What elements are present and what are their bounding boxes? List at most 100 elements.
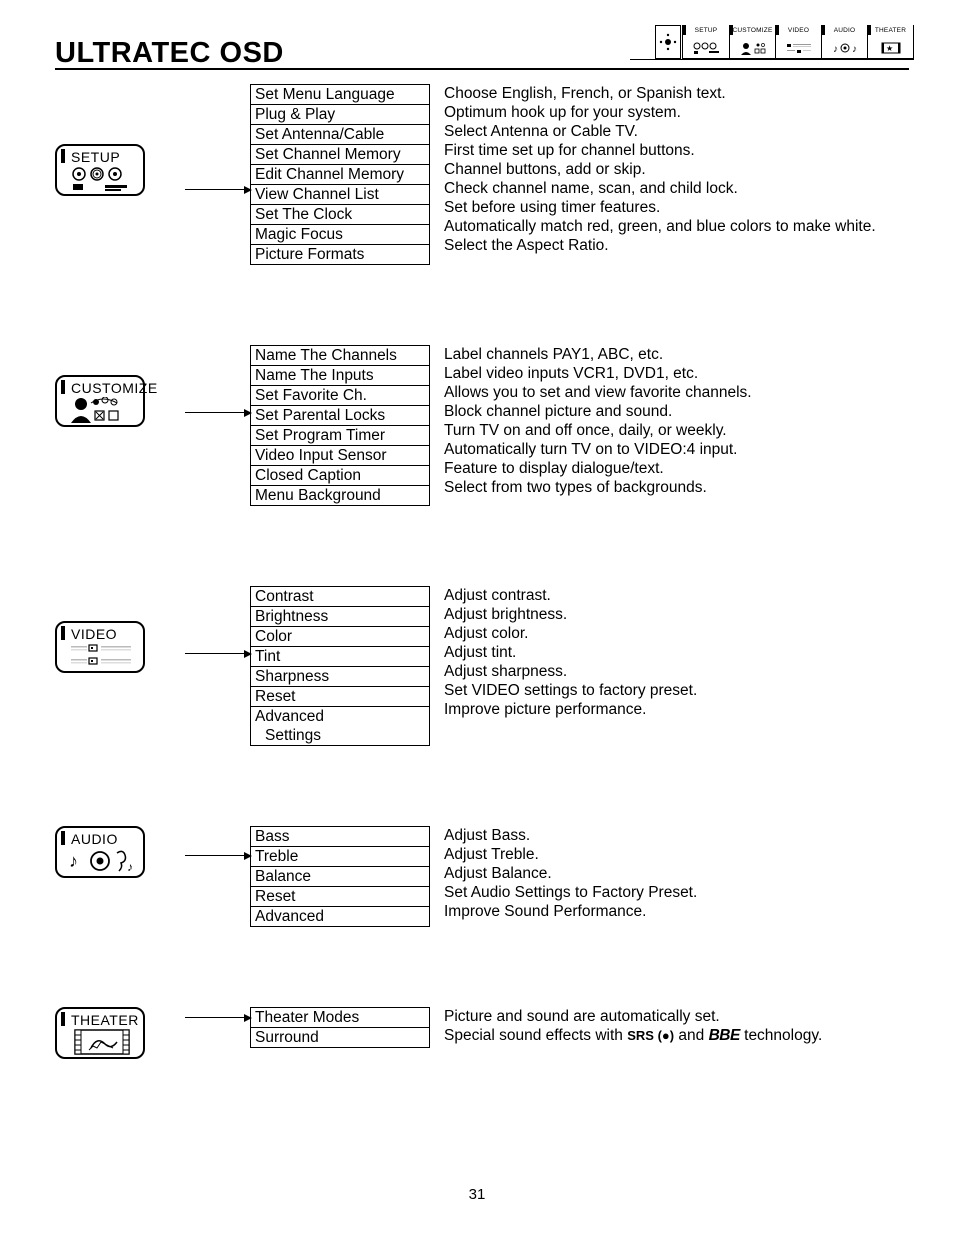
section-video: VIDEO ContrastBrightnessColorTintSharpnes… bbox=[55, 586, 909, 746]
menu-box: ContrastBrightnessColorTintSharpnessRese… bbox=[250, 586, 430, 746]
menu-item: Set Menu Language bbox=[251, 85, 429, 104]
menu-desc: Choose English, French, or Spanish text. bbox=[444, 84, 909, 103]
arrow-icon bbox=[185, 1017, 250, 1018]
svg-text:♪: ♪ bbox=[127, 860, 133, 874]
menu-item: Set Parental Locks bbox=[251, 405, 429, 425]
menu-desc: Adjust Balance. bbox=[444, 864, 909, 883]
audio-icon-frame: AUDIO♪♪ bbox=[55, 826, 145, 878]
toolbar-tabs: SETUP CUSTOMIZE VIDEO bbox=[682, 25, 914, 59]
tab-audio: AUDIO ♪♪ bbox=[821, 25, 867, 58]
setup-icon bbox=[683, 37, 729, 58]
icon-title: SETUP bbox=[65, 149, 120, 165]
header: ULTRATEC OSD SETUP CUSTOMIZE bbox=[55, 30, 909, 70]
svg-text:♪: ♪ bbox=[852, 44, 857, 55]
menu-desc: Special sound effects with SRS (●) and B… bbox=[444, 1026, 909, 1045]
menu-desc: Picture and sound are automatically set. bbox=[444, 1007, 909, 1026]
menu-desc: Channel buttons, add or skip. bbox=[444, 160, 909, 179]
menu-item: Settings bbox=[251, 726, 429, 745]
menu-desc: Automatically turn TV on to VIDEO:4 inpu… bbox=[444, 440, 909, 459]
menu-desc: Optimum hook up for your system. bbox=[444, 103, 909, 122]
icon-title: AUDIO bbox=[65, 831, 118, 847]
menu-desc: Allows you to set and view favorite chan… bbox=[444, 383, 909, 402]
menu-item: Plug & Play bbox=[251, 104, 429, 124]
menu-item: Surround bbox=[251, 1027, 429, 1047]
menu-box: Set Menu LanguagePlug & PlaySet Antenna/… bbox=[250, 84, 430, 265]
menu-desc: Adjust color. bbox=[444, 624, 909, 643]
page-number: 31 bbox=[0, 1186, 954, 1203]
tab-setup: SETUP bbox=[683, 25, 729, 58]
menu-item: Set Antenna/Cable bbox=[251, 124, 429, 144]
arrow-icon bbox=[185, 653, 250, 654]
menu-desc: Adjust tint. bbox=[444, 643, 909, 662]
menu-item: Tint bbox=[251, 646, 429, 666]
theater-icon bbox=[65, 1028, 138, 1056]
menu-item: View Channel List bbox=[251, 184, 429, 204]
menu-item: Closed Caption bbox=[251, 465, 429, 485]
menu-item: Set The Clock bbox=[251, 204, 429, 224]
page-title: ULTRATEC OSD bbox=[55, 37, 284, 70]
arrow-icon bbox=[185, 412, 250, 413]
menu-item: Name The Inputs bbox=[251, 365, 429, 385]
menu-desc: Set before using timer features. bbox=[444, 198, 909, 217]
menu-item: Brightness bbox=[251, 606, 429, 626]
menu-desc: Adjust Treble. bbox=[444, 845, 909, 864]
icon-title: THEATER bbox=[65, 1012, 139, 1028]
tab-video: VIDEO bbox=[775, 25, 821, 58]
setup-icon bbox=[65, 165, 138, 192]
menu-box: BassTrebleBalanceResetAdvanced bbox=[250, 826, 430, 927]
menu-desc: Set Audio Settings to Factory Preset. bbox=[444, 883, 909, 902]
menu-item: Advanced bbox=[251, 906, 429, 926]
theater-icon: ★ bbox=[868, 37, 913, 58]
menu-desc: Automatically match red, green, and blue… bbox=[444, 217, 909, 236]
video-icon bbox=[776, 37, 821, 58]
tab-customize: CUSTOMIZE bbox=[729, 25, 775, 58]
menu-desc: Check channel name, scan, and child lock… bbox=[444, 179, 909, 198]
icon-title: CUSTOMIZE bbox=[65, 380, 158, 396]
menu-desc: Select Antenna or Cable TV. bbox=[444, 122, 909, 141]
customize-icon-frame: CUSTOMIZE bbox=[55, 375, 145, 427]
menu-item: Treble bbox=[251, 846, 429, 866]
menu-item: Sharpness bbox=[251, 666, 429, 686]
menu-desc: Block channel picture and sound. bbox=[444, 402, 909, 421]
menu-desc: Turn TV on and off once, daily, or weekl… bbox=[444, 421, 909, 440]
customize-icon bbox=[65, 396, 138, 423]
icon-title: VIDEO bbox=[65, 626, 117, 642]
audio-icon: ♪♪ bbox=[65, 847, 138, 875]
section-audio: AUDIO♪♪ BassTrebleBalanceResetAdvanced Adj… bbox=[55, 826, 909, 927]
menu-item: Reset bbox=[251, 686, 429, 706]
video-icon bbox=[65, 642, 138, 669]
menu-item: Video Input Sensor bbox=[251, 445, 429, 465]
menu-item: Name The Channels bbox=[251, 346, 429, 365]
menu-desc: Adjust sharpness. bbox=[444, 662, 909, 681]
toolbar: SETUP CUSTOMIZE VIDEO bbox=[655, 25, 914, 59]
menu-desc: Adjust brightness. bbox=[444, 605, 909, 624]
svg-text:★: ★ bbox=[886, 44, 893, 53]
arrow-icon bbox=[185, 855, 250, 856]
menu-item: Set Favorite Ch. bbox=[251, 385, 429, 405]
tab-theater: THEATER ★ bbox=[867, 25, 913, 58]
video-icon-frame: VIDEO bbox=[55, 621, 145, 673]
menu-item: Color bbox=[251, 626, 429, 646]
menu-desc: Adjust contrast. bbox=[444, 586, 909, 605]
toolbar-film-icon bbox=[655, 25, 681, 59]
arrow-icon bbox=[185, 189, 250, 190]
menu-item: Set Channel Memory bbox=[251, 144, 429, 164]
menu-desc: Set VIDEO settings to factory preset. bbox=[444, 681, 909, 700]
menu-desc: Adjust Bass. bbox=[444, 826, 909, 845]
menu-desc bbox=[444, 719, 909, 738]
menu-desc: Select from two types of backgrounds. bbox=[444, 478, 909, 497]
menu-item: Contrast bbox=[251, 587, 429, 606]
menu-box: Theater ModesSurround bbox=[250, 1007, 430, 1048]
setup-icon-frame: SETUP bbox=[55, 144, 145, 196]
section-customize: CUSTOMIZE Name The ChannelsName The Input… bbox=[55, 345, 909, 506]
audio-icon: ♪♪ bbox=[822, 37, 867, 58]
menu-desc: Label channels PAY1, ABC, etc. bbox=[444, 345, 909, 364]
menu-desc: Label video inputs VCR1, DVD1, etc. bbox=[444, 364, 909, 383]
menu-item: Menu Background bbox=[251, 485, 429, 505]
menu-box: Name The ChannelsName The InputsSet Favo… bbox=[250, 345, 430, 506]
menu-item: Picture Formats bbox=[251, 244, 429, 264]
customize-icon bbox=[730, 37, 775, 58]
menu-item: Advanced bbox=[251, 706, 429, 726]
svg-text:♪: ♪ bbox=[833, 44, 838, 55]
menu-item: Reset bbox=[251, 886, 429, 906]
